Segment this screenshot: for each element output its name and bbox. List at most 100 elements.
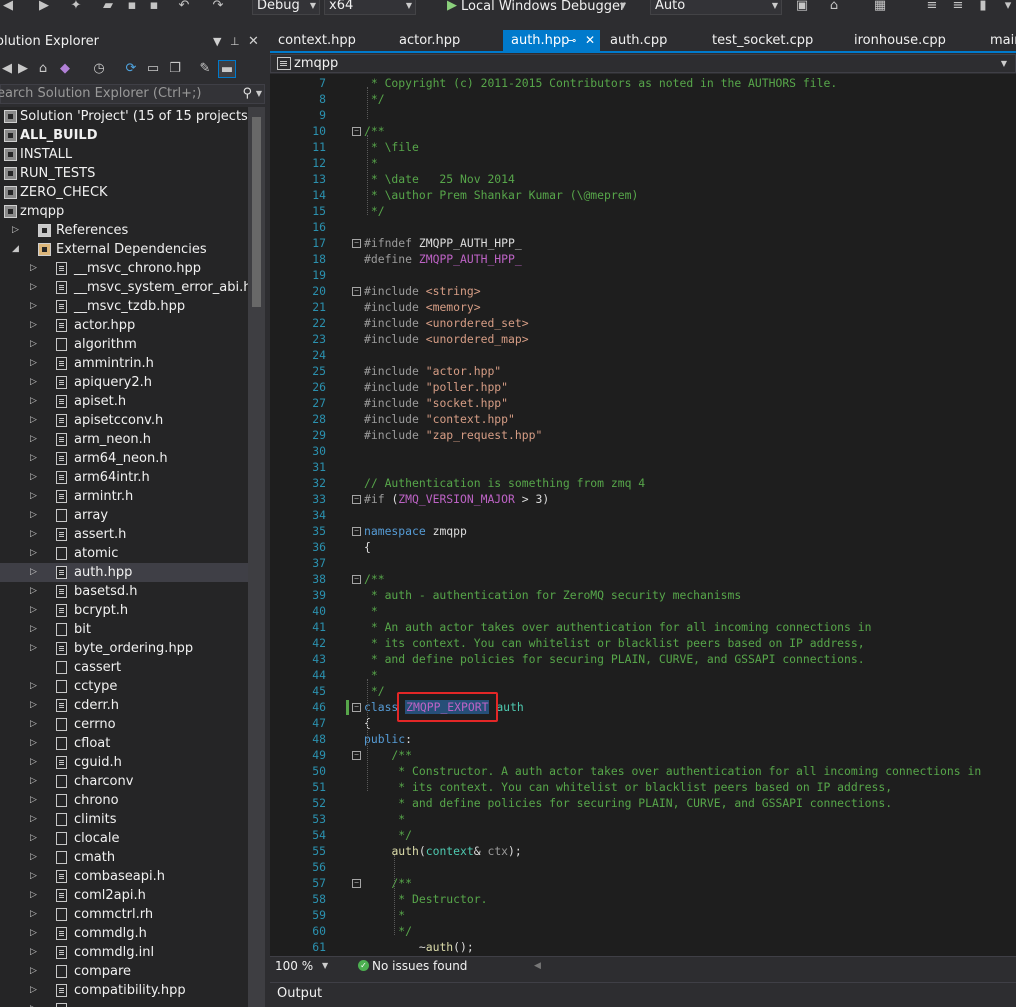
tree-item[interactable]: ▷ commctrl.rh <box>0 905 248 924</box>
fold-toggle-icon[interactable]: − <box>352 239 361 248</box>
code-line[interactable]: 43 * and define policies for securing PL… <box>270 651 1016 667</box>
tree-item[interactable]: ◢ External Dependencies <box>0 240 248 259</box>
pending-changes-filter-icon[interactable]: ◷ <box>90 60 108 78</box>
expand-arrow-icon[interactable]: ▷ <box>30 278 37 297</box>
search-icon[interactable]: ⚲ <box>242 85 252 103</box>
code-line[interactable]: 11 * \file <box>270 139 1016 155</box>
expand-arrow-icon[interactable]: ▷ <box>30 981 37 1000</box>
code-line[interactable]: 27 #include "socket.hpp" <box>270 395 1016 411</box>
tree-item[interactable]: ▷ __msvc_tzdb.hpp <box>0 297 248 316</box>
expand-arrow-icon[interactable]: ▷ <box>30 943 37 962</box>
forward-icon[interactable]: ▶ <box>36 0 52 14</box>
code-line[interactable]: 52 * and define policies for securing PL… <box>270 795 1016 811</box>
pin-tab-icon[interactable]: ⊸ <box>567 30 576 51</box>
code-line[interactable]: 23 #include <unordered_map> <box>270 331 1016 347</box>
tree-item[interactable]: ▷ cerrno <box>0 715 248 734</box>
tree-item[interactable]: ▷ arm_neon.h <box>0 430 248 449</box>
code-line[interactable]: 60 */ <box>270 923 1016 939</box>
code-line[interactable]: 21 #include <memory> <box>270 299 1016 315</box>
tree-item[interactable]: ▷ armintr.h <box>0 487 248 506</box>
code-line[interactable]: 41 * An auth actor takes over authentica… <box>270 619 1016 635</box>
tree-item[interactable]: ▷ References <box>0 221 248 240</box>
code-line[interactable]: 39 * auth - authentication for ZeroMQ se… <box>270 587 1016 603</box>
tab-context-hpp[interactable]: context.hpp <box>270 30 388 51</box>
tree-item[interactable]: ▷ bcrypt.h <box>0 601 248 620</box>
tree-item[interactable]: ▷ combaseapi.h <box>0 867 248 886</box>
fold-toggle-icon[interactable]: − <box>352 879 361 888</box>
expand-arrow-icon[interactable]: ▷ <box>30 411 37 430</box>
expand-arrow-icon[interactable]: ▷ <box>30 544 37 563</box>
code-line[interactable]: 24 <box>270 347 1016 363</box>
code-line[interactable]: 14 * \author Prem Shankar Kumar (\@mepre… <box>270 187 1016 203</box>
expand-arrow-icon[interactable]: ▷ <box>30 753 37 772</box>
expand-arrow-icon[interactable]: ▷ <box>30 905 37 924</box>
platform-dropdown[interactable]: x64 ▼ <box>324 0 416 15</box>
code-line[interactable]: 10−/** <box>270 123 1016 139</box>
code-line[interactable]: 26 #include "poller.hpp" <box>270 379 1016 395</box>
toolbar-overflow-icon[interactable]: ▾ <box>1000 0 1016 14</box>
code-line[interactable]: 34 <box>270 507 1016 523</box>
code-line[interactable]: 45 */ <box>270 683 1016 699</box>
expand-arrow-icon[interactable]: ▷ <box>30 259 37 278</box>
code-line[interactable]: 50 * Constructor. A auth actor takes ove… <box>270 763 1016 779</box>
code-line[interactable]: 35 − namespace zmqpp <box>270 523 1016 539</box>
tree-item[interactable]: ALL_BUILD <box>0 126 248 145</box>
expand-arrow-icon[interactable]: ▷ <box>30 525 37 544</box>
code-line[interactable]: 33 − #if (ZMQ_VERSION_MAJOR > 3) <box>270 491 1016 507</box>
pin-icon[interactable]: ⊥ <box>230 32 240 52</box>
tab-auth-hpp[interactable]: auth.hpp ⊸ ✕ <box>503 30 600 51</box>
code-line[interactable]: 46− class ZMQPP_EXPORT auth <box>270 699 1016 715</box>
tree-item[interactable]: ▷ byte_ordering.hpp <box>0 639 248 658</box>
tree-item[interactable]: ▷ apiquery2.h <box>0 373 248 392</box>
expand-arrow-icon[interactable]: ▷ <box>30 468 37 487</box>
close-icon[interactable]: ✕ <box>248 32 259 52</box>
properties-wrench-icon[interactable]: ✎ <box>196 60 214 78</box>
code-line[interactable]: 28 #include "context.hpp" <box>270 411 1016 427</box>
code-line[interactable]: 18 #define ZMQPP_AUTH_HPP_ <box>270 251 1016 267</box>
fold-toggle-icon[interactable]: − <box>352 575 361 584</box>
expand-arrow-icon[interactable]: ▷ <box>30 487 37 506</box>
code-line[interactable]: 20 − #include <string> <box>270 283 1016 299</box>
tree-item[interactable]: cassert <box>0 658 248 677</box>
switch-views-icon[interactable]: ◆ <box>56 60 74 78</box>
scroll-left-icon[interactable]: ◀ <box>534 957 541 975</box>
code-line[interactable]: 58 * Destructor. <box>270 891 1016 907</box>
expand-arrow-icon[interactable]: ▷ <box>30 620 37 639</box>
start-debugger-button[interactable]: Local Windows Debugger <box>461 0 625 16</box>
expand-arrow-icon[interactable]: ▷ <box>30 449 37 468</box>
expand-arrow-icon[interactable]: ▷ <box>30 829 37 848</box>
code-line[interactable]: 16 <box>270 219 1016 235</box>
tree-item[interactable]: ▷ arm64intr.h <box>0 468 248 487</box>
code-line[interactable]: 32 // Authentication is something from zm… <box>270 475 1016 491</box>
code-line[interactable]: 19 <box>270 267 1016 283</box>
comment-icon[interactable]: ≡ <box>924 0 940 14</box>
collapse-all-icon[interactable]: ▭ <box>144 60 162 78</box>
chevron-down-icon[interactable]: ▼ <box>1001 55 1007 72</box>
code-line[interactable]: 31 <box>270 459 1016 475</box>
redo-icon[interactable]: ↷ <box>210 0 226 14</box>
expand-arrow-icon[interactable]: ▷ <box>30 582 37 601</box>
expand-arrow-icon[interactable]: ▷ <box>30 886 37 905</box>
code-line[interactable]: 22 #include <unordered_set> <box>270 315 1016 331</box>
expand-arrow-icon[interactable]: ▷ <box>30 924 37 943</box>
solution-explorer-search[interactable]: earch Solution Explorer (Ctrl+;) ⚲ ▼ <box>0 84 265 104</box>
code-line[interactable]: 48 public: <box>270 731 1016 747</box>
tree-item[interactable]: ▷ array <box>0 506 248 525</box>
tree-item[interactable]: ▷ atomic <box>0 544 248 563</box>
navigation-bar[interactable]: zmqpp ▼ <box>270 54 1016 73</box>
code-line[interactable]: 51 * its context. You can whitelist or b… <box>270 779 1016 795</box>
tab-test_socket-cpp[interactable]: test_socket.cpp <box>704 30 844 51</box>
code-line[interactable]: 59 * <box>270 907 1016 923</box>
code-line[interactable]: 7 * Copyright (c) 2011-2015 Contributors… <box>270 75 1016 91</box>
expand-arrow-icon[interactable]: ▷ <box>30 715 37 734</box>
tree-item[interactable]: ▷ cfloat <box>0 734 248 753</box>
expand-arrow-icon[interactable]: ▷ <box>30 430 37 449</box>
tree-item[interactable]: ▷ cguid.h <box>0 753 248 772</box>
tree-item[interactable]: ▷ coml2api.h <box>0 886 248 905</box>
output-panel-title[interactable]: Output <box>277 986 322 1001</box>
code-line[interactable]: 56 <box>270 859 1016 875</box>
tree-item[interactable]: ▷ actor.hpp <box>0 316 248 335</box>
tree-item[interactable]: ▷ compare <box>0 962 248 981</box>
home-icon[interactable]: ⌂ <box>826 0 842 14</box>
fold-toggle-icon[interactable]: − <box>352 703 361 712</box>
